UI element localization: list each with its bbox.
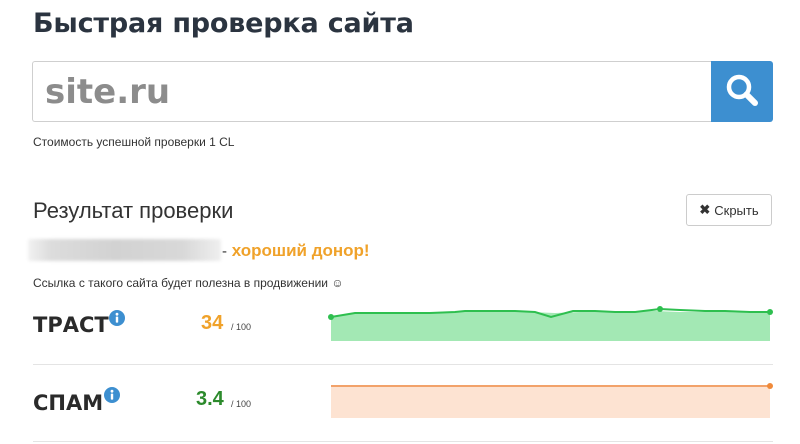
trust-label: ТРАСТ: [33, 313, 109, 337]
search-icon: [724, 72, 760, 111]
search-button[interactable]: [711, 61, 773, 122]
hide-button-label: Скрыть: [714, 202, 759, 218]
result-note: Ссылка с такого сайта будет полезна в пр…: [33, 276, 344, 290]
metric-divider: [33, 441, 773, 442]
verdict-dash: -: [222, 243, 227, 260]
spam-label: СПАМ: [33, 391, 104, 415]
check-cost-note: Стоимость успешной проверки 1 CL: [33, 135, 235, 149]
spam-max: / 100: [231, 399, 252, 409]
trust-history-point: [328, 314, 334, 320]
metric-divider: [33, 364, 773, 365]
close-icon: ✖: [699, 202, 711, 217]
trust-value: 34: [201, 312, 224, 334]
spam-history-area: [331, 386, 770, 418]
page-title: Быстрая проверка сайта: [33, 8, 414, 39]
spam-info-icon[interactable]: [104, 387, 120, 403]
site-search-form: [32, 61, 773, 122]
trust-history-area: [331, 311, 770, 341]
trust-history-point: [657, 306, 663, 312]
verdict-text: - хороший донор!: [222, 241, 370, 261]
trust-info-icon[interactable]: [109, 310, 125, 326]
spam-history-chart: [331, 383, 773, 418]
spam-value: 3.4: [196, 388, 224, 410]
result-heading: Результат проверки: [33, 198, 234, 223]
blurred-site-name: [28, 239, 221, 261]
trust-history-chart: [328, 306, 773, 341]
trust-max: / 100: [231, 322, 252, 332]
hide-button[interactable]: ✖ Скрыть: [686, 194, 772, 226]
site-search-input[interactable]: [32, 61, 711, 122]
trust-history-point: [767, 309, 773, 315]
verdict-label: хороший донор!: [231, 241, 370, 260]
spam-history-point: [767, 383, 773, 389]
